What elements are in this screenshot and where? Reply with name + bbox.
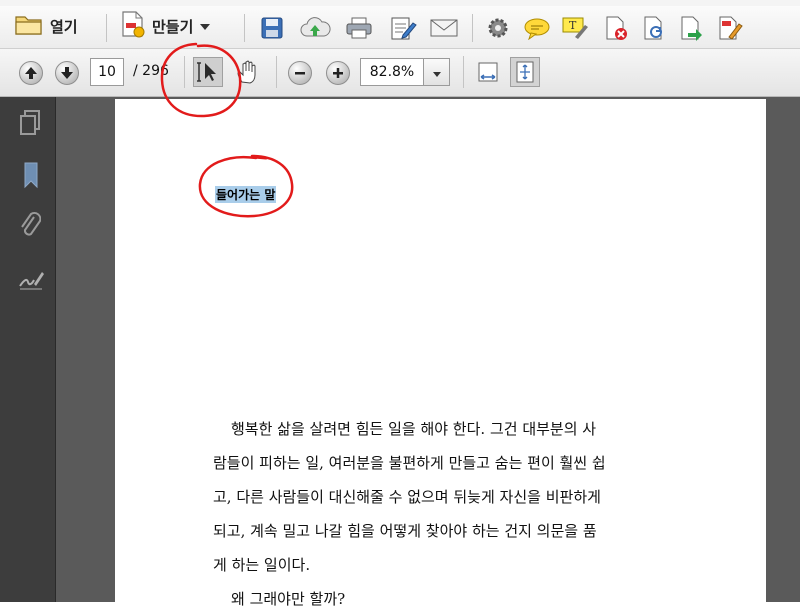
zoom-value: 82.8% bbox=[369, 64, 415, 80]
main-toolbar: 열기 만들기 T bbox=[0, 6, 800, 49]
previous-page-icon[interactable] bbox=[19, 61, 43, 85]
toolbar-divider bbox=[463, 56, 464, 88]
create-pdf-icon bbox=[120, 10, 146, 42]
zoom-input[interactable]: 82.8% bbox=[360, 58, 424, 86]
zoom-out-icon[interactable] bbox=[288, 61, 312, 85]
next-page-icon[interactable] bbox=[55, 61, 79, 85]
body-line: 고, 다른 사람들이 대신해줄 수 없으며 뒤늦게 자신을 비판하게 bbox=[213, 488, 601, 506]
save-icon[interactable] bbox=[258, 14, 286, 42]
open-label: 열기 bbox=[50, 17, 78, 36]
delete-page-icon[interactable] bbox=[602, 14, 630, 42]
body-line: 행복한 삶을 살려면 힘든 일을 해야 한다. 그건 대부분의 사 bbox=[231, 420, 597, 438]
sign-icon[interactable] bbox=[716, 14, 744, 42]
fit-width-icon[interactable] bbox=[474, 57, 502, 87]
toolbar-divider bbox=[276, 56, 277, 88]
settings-icon[interactable] bbox=[484, 14, 512, 42]
page-number-input[interactable]: 10 bbox=[90, 58, 124, 86]
comment-icon[interactable] bbox=[522, 14, 552, 42]
current-page: 10 bbox=[98, 64, 116, 80]
toolbar-divider bbox=[184, 56, 185, 88]
select-tool-icon[interactable] bbox=[193, 57, 223, 87]
edit-document-icon[interactable] bbox=[388, 14, 418, 42]
toolbar-divider bbox=[472, 14, 473, 42]
create-label: 만들기 bbox=[152, 17, 194, 36]
folder-icon bbox=[14, 12, 44, 40]
body-line: 되고, 계속 밀고 나갈 힘을 어떻게 찾아야 하는 건지 의문을 품 bbox=[213, 522, 597, 540]
toolbar-divider bbox=[244, 14, 245, 42]
toolbar-divider bbox=[106, 14, 107, 42]
pages-icon[interactable] bbox=[16, 107, 44, 139]
zoom-in-icon[interactable] bbox=[326, 61, 350, 85]
hand-tool-icon[interactable] bbox=[233, 57, 261, 87]
open-button[interactable]: 열기 bbox=[14, 11, 78, 41]
document-heading[interactable]: 들어가는 말 bbox=[215, 186, 277, 203]
page-total: / 296 bbox=[133, 63, 169, 79]
cloud-upload-icon[interactable] bbox=[298, 14, 332, 42]
email-icon[interactable] bbox=[428, 14, 460, 42]
print-icon[interactable] bbox=[344, 14, 374, 42]
chevron-down-icon bbox=[432, 63, 442, 82]
body-line: 게 하는 일이다. bbox=[213, 556, 311, 574]
rotate-page-icon[interactable] bbox=[640, 14, 668, 42]
create-button[interactable]: 만들기 bbox=[120, 11, 211, 41]
bookmark-icon[interactable] bbox=[18, 159, 44, 191]
highlight-icon[interactable]: T bbox=[560, 14, 590, 42]
attachment-icon[interactable] bbox=[16, 209, 44, 243]
svg-text:T: T bbox=[569, 19, 577, 32]
fit-page-icon[interactable] bbox=[510, 57, 540, 87]
signature-icon[interactable] bbox=[16, 265, 46, 295]
zoom-dropdown-button[interactable] bbox=[424, 58, 450, 86]
export-icon[interactable] bbox=[678, 14, 706, 42]
document-body[interactable]: 행복한 삶을 살려면 힘든 일을 해야 한다. 그건 대부분의 사 람들이 피하… bbox=[213, 412, 643, 616]
navigation-pane bbox=[0, 97, 56, 602]
chevron-down-icon bbox=[199, 17, 211, 35]
body-line: 람들이 피하는 일, 여러분을 불편하게 만들고 숨는 편이 훨씬 쉽 bbox=[213, 454, 606, 472]
body-line: 왜 그래야만 할까? bbox=[231, 590, 346, 608]
